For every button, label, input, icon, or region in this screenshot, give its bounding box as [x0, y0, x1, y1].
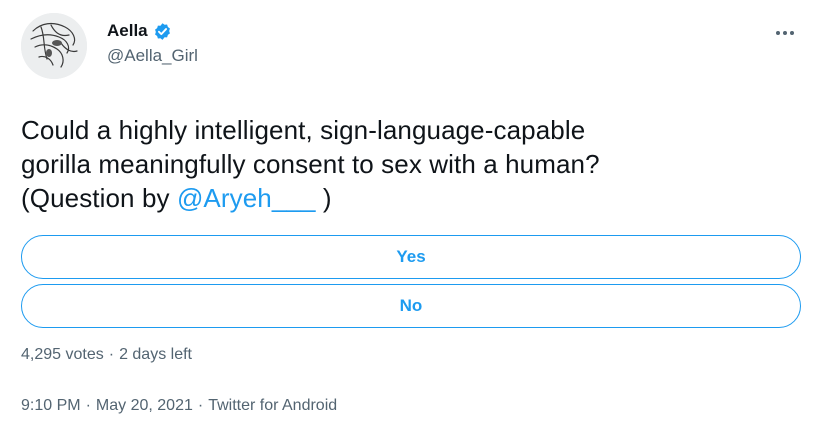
poll-time-left: 2 days left — [119, 346, 192, 363]
separator: · — [108, 346, 115, 363]
avatar[interactable] — [21, 13, 87, 79]
separator: · — [197, 397, 204, 414]
tweet-source[interactable]: Twitter for Android — [208, 397, 337, 414]
separator: · — [85, 397, 91, 414]
author-block: Aella @Aella_Girl — [107, 21, 198, 66]
tweet-time[interactable]: 9:10 PM — [21, 397, 81, 414]
poll-option-no[interactable]: No — [21, 284, 801, 328]
poll-option-label: Yes — [396, 247, 426, 266]
tweet-text-line: gorilla meaningfully consent to sex with… — [21, 149, 600, 179]
author-handle[interactable]: @Aella_Girl — [107, 46, 198, 66]
poll-option-label: No — [399, 296, 423, 315]
tweet-text-suffix: ) — [315, 183, 332, 213]
verified-badge-icon — [154, 22, 170, 40]
avatar-sketch-image — [21, 13, 87, 79]
more-dot — [790, 31, 794, 35]
poll-option-yes[interactable]: Yes — [21, 235, 801, 279]
tweet-date[interactable]: May 20, 2021 — [96, 397, 193, 414]
more-dot — [783, 31, 787, 35]
tweet-timestamp-row: 9:10 PM · May 20, 2021 · Twitter for Android — [21, 397, 337, 415]
tweet-card: Aella @Aella_Girl Could a highly intelli… — [0, 0, 821, 428]
tweet-text-line: Could a highly intelligent, sign-languag… — [21, 115, 586, 145]
author-name-row: Aella — [107, 21, 198, 41]
tweet-text-prefix: (Question by — [21, 183, 177, 213]
more-horizontal-icon[interactable] — [770, 22, 800, 44]
tweet-text: Could a highly intelligent, sign-languag… — [21, 113, 801, 215]
poll-vote-count: 4,295 votes — [21, 346, 104, 363]
mention-link[interactable]: @Aryeh___ — [177, 183, 316, 213]
more-dot — [776, 31, 780, 35]
author-display-name[interactable]: Aella — [107, 21, 148, 41]
tweet-text-line: (Question by @Aryeh___ ) — [21, 181, 801, 215]
poll-meta: 4,295 votes · 2 days left — [21, 346, 192, 364]
